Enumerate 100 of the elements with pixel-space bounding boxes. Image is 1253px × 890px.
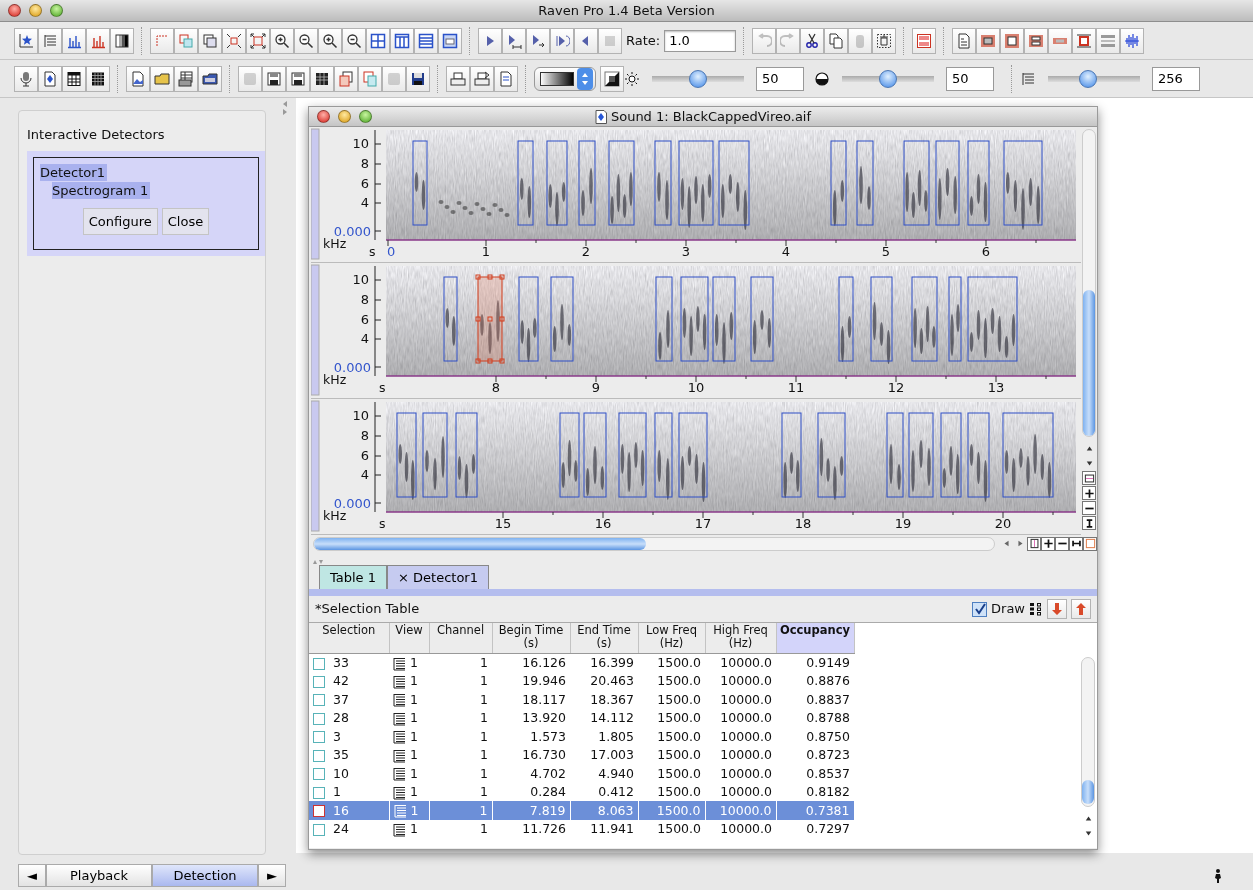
table-cell-text: 1 bbox=[479, 690, 489, 709]
table-cell: 10000.0 bbox=[705, 801, 776, 820]
axis-label: 18 bbox=[794, 516, 812, 531]
table-cell-text: 1.573 bbox=[529, 727, 567, 746]
table-cell-text: 16.730 bbox=[521, 746, 567, 764]
table-cell: 3 bbox=[333, 728, 341, 744]
column-header[interactable]: Channel bbox=[429, 623, 492, 653]
table-row[interactable]: 42 1 1 19.946 20.463 1500.0 10000.0 0.8876 bbox=[309, 671, 854, 690]
column-header[interactable]: View bbox=[389, 623, 429, 653]
table-row[interactable]: 1 1 1 0.284 0.412 1500.0 10000.0 0.8182 bbox=[309, 782, 854, 801]
window-title: Raven Pro 1.4 Beta Version bbox=[538, 1, 715, 20]
value-field[interactable]: 50 bbox=[946, 66, 994, 91]
axis-label: 4 bbox=[360, 331, 369, 346]
tree-item[interactable]: Detector1 bbox=[40, 163, 107, 181]
table-cell: 28 bbox=[333, 710, 349, 726]
panel-button[interactable]: Configure bbox=[82, 207, 158, 235]
table-cell: 0.7381 bbox=[776, 801, 854, 820]
table-cell: 0.284 bbox=[492, 782, 570, 801]
panel-title: Interactive Detectors bbox=[26, 126, 166, 144]
table-cell: 16 bbox=[333, 802, 349, 818]
table-cell: 1500.0 bbox=[638, 801, 705, 820]
table-row[interactable]: 28 1 1 13.920 14.112 1500.0 10000.0 0.8788 bbox=[309, 708, 854, 727]
table-row[interactable]: 3 1 1 1.573 1.805 1500.0 10000.0 0.8750 bbox=[309, 727, 854, 746]
table-row[interactable]: 35 1 1 16.730 17.003 1500.0 10000.0 0.8723 bbox=[309, 745, 854, 764]
axis-label: 16 bbox=[594, 516, 612, 531]
table-row[interactable]: 24 1 1 11.726 11.941 1500.0 10000.0 0.7297 bbox=[309, 819, 854, 838]
table-cell: 0.8182 bbox=[776, 782, 854, 801]
axis-label: 10 bbox=[352, 272, 369, 287]
rate-field[interactable]: 1.0 bbox=[664, 29, 737, 52]
table-cell: 1 bbox=[410, 765, 418, 781]
axis-unit: kHz bbox=[323, 372, 347, 387]
table-cell: 16.399 bbox=[570, 653, 638, 672]
axis-label: 0 bbox=[387, 244, 396, 259]
table-cell: 1 bbox=[410, 673, 418, 689]
tab[interactable]: Table 1 bbox=[319, 564, 388, 589]
column-header[interactable]: Low Freq (Hz) bbox=[638, 623, 705, 653]
next-button[interactable]: ► bbox=[258, 863, 286, 888]
table-cell-text: 4.702 bbox=[529, 764, 567, 783]
axis-unit: kHz bbox=[323, 236, 347, 251]
axis-unit: s bbox=[379, 380, 386, 395]
table-cell-text: 18.367 bbox=[589, 690, 635, 709]
column-header[interactable]: End Time (s) bbox=[570, 623, 638, 653]
table-cell: 7.819 bbox=[492, 801, 570, 820]
table-cell-text: 1 bbox=[479, 746, 489, 764]
table-cell: 1 bbox=[429, 801, 492, 820]
table-cell-text: 0.8750 bbox=[805, 727, 851, 746]
table-cell: 1 bbox=[410, 821, 418, 837]
table-cell-text: 17.003 bbox=[589, 746, 635, 764]
table-cell: 1 bbox=[429, 819, 492, 838]
tree-item[interactable]: Spectrogram 1 bbox=[52, 181, 151, 199]
table-cell-text: 10000.0 bbox=[719, 709, 773, 727]
table-cell-text: 0.8537 bbox=[805, 764, 851, 783]
table-cell-text: 0.8723 bbox=[805, 746, 851, 764]
axis-label: 4 bbox=[781, 244, 791, 259]
table-cell: 1 bbox=[410, 747, 418, 763]
table-row[interactable]: 33 1 1 16.126 16.399 1500.0 10000.0 0.9149 bbox=[309, 653, 854, 672]
table-cell: 1 bbox=[410, 691, 418, 707]
table-cell-text: 1500.0 bbox=[656, 709, 702, 727]
axis-label: 5 bbox=[881, 244, 891, 259]
table-row[interactable]: 37 1 1 18.117 18.367 1500.0 10000.0 0.8837 bbox=[309, 690, 854, 709]
tab[interactable]: Detection bbox=[152, 863, 258, 888]
table-cell: 11.941 bbox=[570, 819, 638, 838]
table-cell-text: 18.117 bbox=[521, 690, 567, 709]
table-cell-text: 10000.0 bbox=[719, 727, 773, 746]
value-field[interactable]: 256 bbox=[1152, 66, 1200, 91]
tab[interactable]: × Detector1 bbox=[387, 564, 489, 589]
table-cell: 1 bbox=[410, 728, 418, 744]
axis-label: 6 bbox=[360, 312, 369, 327]
column-header[interactable]: Occupancy bbox=[776, 623, 854, 653]
axis-label: 6 bbox=[981, 244, 991, 259]
column-header[interactable]: Selection bbox=[309, 623, 389, 653]
table-cell: 16.126 bbox=[492, 653, 570, 672]
column-header[interactable]: Begin Time (s) bbox=[492, 623, 570, 653]
table-cell-text: 10000.0 bbox=[719, 672, 773, 690]
value-field[interactable]: 50 bbox=[756, 66, 804, 91]
column-header[interactable]: High Freq (Hz) bbox=[705, 623, 776, 653]
table-cell-text: 20.463 bbox=[589, 672, 635, 690]
panel-button[interactable]: Close bbox=[161, 207, 210, 235]
axis-label: 15 bbox=[494, 516, 512, 531]
axis-label: 3 bbox=[681, 244, 691, 259]
table-cell-text: 1500.0 bbox=[656, 672, 702, 690]
table-cell-text: 1500.0 bbox=[656, 764, 702, 783]
table-cell: 1 bbox=[429, 653, 492, 672]
axis-label: 10 bbox=[352, 136, 369, 151]
table-cell: 1 bbox=[410, 710, 418, 726]
table-cell: 1500.0 bbox=[638, 782, 705, 801]
axis-label: 8 bbox=[360, 156, 369, 171]
table-row[interactable]: 10 1 1 4.702 4.940 1500.0 10000.0 0.8537 bbox=[309, 764, 854, 783]
table-cell-text: 1500.0 bbox=[656, 746, 702, 764]
table-cell: 42 bbox=[333, 673, 349, 689]
table-cell-text: 1.805 bbox=[597, 727, 635, 746]
table-cell: 1 bbox=[410, 784, 418, 800]
previous-button[interactable]: ◄ bbox=[18, 863, 46, 888]
table-cell: 8.063 bbox=[570, 801, 638, 820]
table-cell: 1500.0 bbox=[638, 819, 705, 838]
table-cell: 24 bbox=[333, 821, 349, 837]
table-cell: 33 bbox=[333, 655, 349, 670]
axis-label: 0.000 bbox=[333, 360, 371, 375]
tab[interactable]: Playback bbox=[46, 863, 152, 888]
table-cell: 10000.0 bbox=[705, 782, 776, 801]
